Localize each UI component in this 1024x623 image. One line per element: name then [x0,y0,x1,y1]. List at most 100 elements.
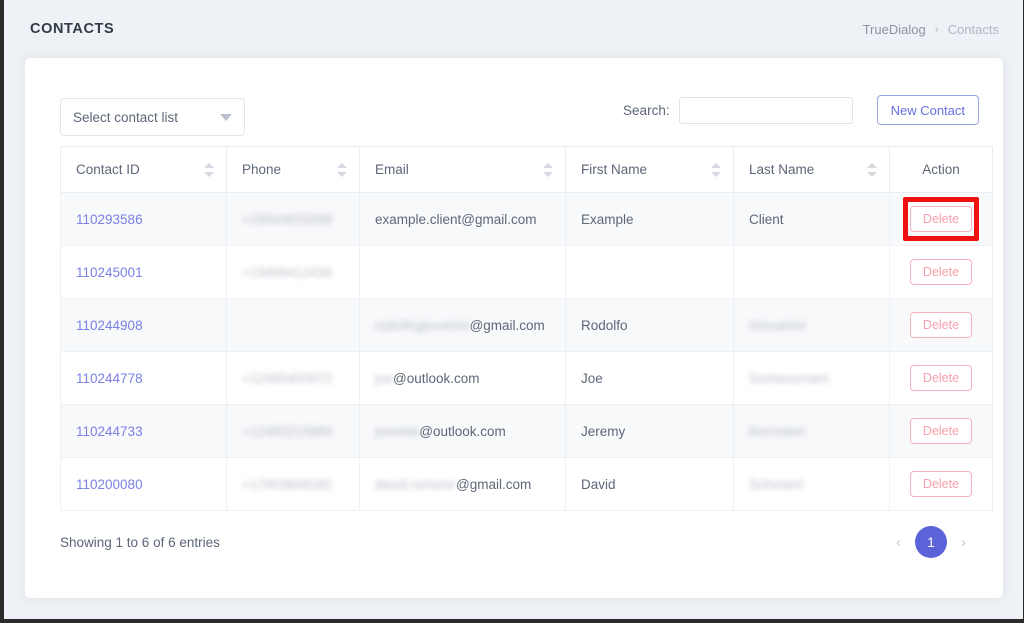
cell-last-name: Client [733,192,890,246]
table-toolbar: Select contact list Search: New Contact [47,84,981,146]
phone-value: +12483215860 [242,423,333,439]
table-row: 110293586 +19544833268 example.client@gmai… [60,192,993,246]
pagination-prev-icon[interactable]: ‹ [894,534,903,551]
phone-value: +17603848182 [242,476,333,492]
last-name-value: Client [749,211,784,227]
cell-phone: +17603848182 [226,457,360,511]
table-row: 110245001 +19406412434 Delete [60,245,993,299]
column-header-label: Phone [242,162,282,177]
delete-button[interactable]: Delete [909,417,973,445]
cell-email: david.schorer@gmail.com [359,457,566,511]
email-domain-part: @gmail.com [469,317,545,333]
delete-button[interactable]: Delete [909,258,973,286]
cell-action: Delete [889,404,993,458]
cell-contact-id: 110245001 [60,245,227,299]
cell-contact-id: 110244778 [60,351,227,405]
entries-info: Showing 1 to 6 of 6 entries [60,534,220,550]
cell-first-name: Example [565,192,734,246]
cell-action: Delete [889,192,993,246]
email-local-part: jerembi [375,423,420,439]
column-header-label: Action [922,162,960,177]
cell-phone: +19406412434 [226,245,360,299]
contact-id-link[interactable]: 110200080 [76,477,143,492]
column-header-label: Contact ID [76,162,140,177]
cell-contact-id: 110293586 [60,192,227,246]
cell-contact-id: 110244733 [60,404,227,458]
breadcrumb: TrueDialog › Contacts [863,22,999,37]
last-name-value: Giovanini [749,317,806,333]
cell-email: example.client@gmail.com [359,192,566,246]
page-title: CONTACTS [30,21,115,37]
table-row: 110200080 +17603848182 david.schorer@gmail… [60,457,993,511]
contact-id-link[interactable]: 110245001 [76,265,143,280]
cell-phone: +12485403072 [226,351,360,405]
cell-phone [226,298,360,352]
last-name-value: Schonert [749,476,804,492]
cell-action: Delete [889,298,993,352]
contact-id-link[interactable]: 110293586 [76,212,143,227]
cell-action: Delete [889,457,993,511]
first-name-value: David [581,476,616,492]
pagination-next-icon[interactable]: › [959,534,968,551]
breadcrumb-root[interactable]: TrueDialog [863,22,926,37]
first-name-value: Rodolfo [581,317,628,333]
email-local-part: joe [375,370,394,386]
contact-list-select[interactable]: Select contact list [60,98,245,136]
contact-id-link[interactable]: 110244908 [76,318,143,333]
sort-icon[interactable] [711,162,721,177]
email-domain-part: @gmail.com [456,476,532,492]
new-contact-button[interactable]: New Contact [876,95,979,125]
phone-value: +19544833268 [242,211,333,227]
search-label: Search: [623,102,670,118]
table-row: 110244908 rodolfogiovanini@gmail.com Rodol… [60,298,993,352]
pagination-page-1[interactable]: 1 [915,526,947,558]
cell-first-name: Rodolfo [565,298,734,352]
cell-last-name: Burnstein [733,404,890,458]
phone-value: +12485403072 [242,370,333,386]
breadcrumb-current: Contacts [947,21,999,37]
first-name-value: Jeremy [581,423,626,439]
cell-last-name: Somesurnam [733,351,890,405]
contact-id-link[interactable]: 110244733 [76,424,143,439]
cell-phone: +19544833268 [226,192,360,246]
pagination: ‹ 1 › [894,526,968,558]
email-local-part: david.schorer [375,476,457,492]
column-header-first-name[interactable]: First Name [565,146,734,193]
table-row: 110244733 +12483215860 jerembi@outlook.com… [60,404,993,458]
table-header: Contact ID Phone Email First Name Last N… [60,146,993,193]
contacts-table: Contact ID Phone Email First Name Last N… [60,146,993,511]
cell-last-name: Schonert [733,457,890,511]
cell-first-name: Jeremy [565,404,734,458]
delete-button[interactable]: Delete [909,470,973,498]
page-header: CONTACTS TrueDialog › Contacts [4,0,1023,58]
delete-button[interactable]: Delete [909,364,973,392]
contact-list-select-label: Select contact list [73,109,179,125]
last-name-value: Somesurnam [749,370,830,386]
search-input[interactable] [678,96,853,124]
contact-id-link[interactable]: 110244778 [76,371,143,386]
column-header-label: First Name [581,162,648,177]
phone-value: +19406412434 [242,264,333,280]
cell-first-name [565,245,734,299]
cell-last-name [733,245,890,299]
column-header-action: Action [889,146,993,193]
email-domain-part: example.client@gmail.com [375,211,537,227]
sort-icon[interactable] [867,162,877,177]
cell-first-name: Joe [565,351,734,405]
column-header-phone[interactable]: Phone [226,146,360,193]
delete-button[interactable]: Delete [909,311,973,339]
sort-icon[interactable] [337,162,347,177]
column-header-last-name[interactable]: Last Name [733,146,890,193]
email-domain-part: @outlook.com [419,423,506,439]
sort-icon[interactable] [543,162,553,177]
cell-action: Delete [889,351,993,405]
column-header-email[interactable]: Email [359,146,566,193]
column-header-contact-id[interactable]: Contact ID [60,146,227,193]
sort-icon[interactable] [204,162,214,177]
table-row: 110244778 +12485403072 joe@outlook.com Joe S… [60,351,993,405]
table-body: 110293586 +19544833268 example.client@gmai… [60,192,993,511]
cell-contact-id: 110244908 [60,298,227,352]
contacts-table-wrapper: Contact ID Phone Email First Name Last N… [60,146,993,511]
delete-button[interactable]: Delete [909,205,973,233]
cell-first-name: David [565,457,734,511]
